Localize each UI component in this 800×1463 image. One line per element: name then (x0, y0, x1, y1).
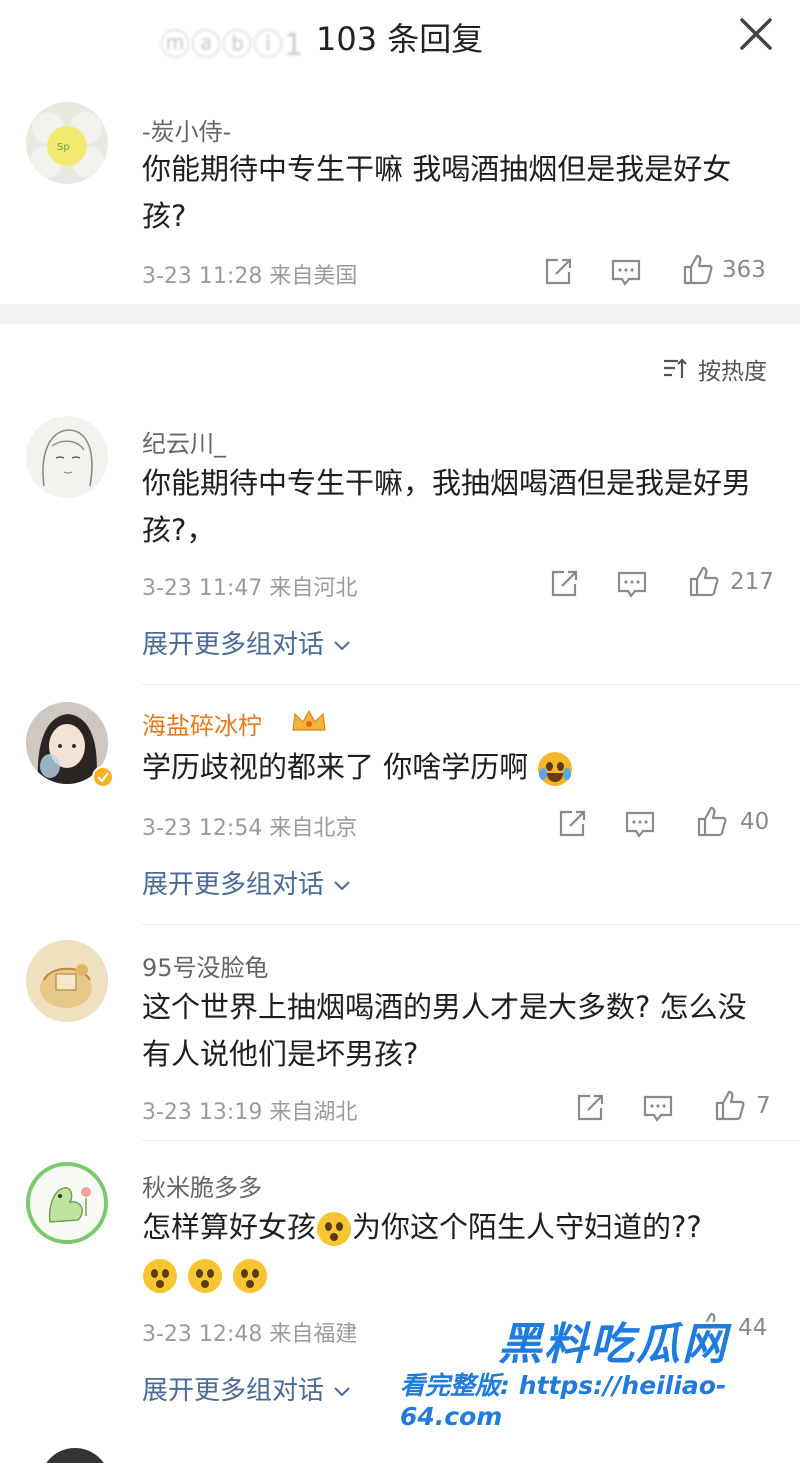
share-icon[interactable] (546, 566, 582, 602)
avatar[interactable] (26, 940, 108, 1022)
comment-icon[interactable] (614, 566, 650, 602)
section-divider (0, 304, 800, 324)
expand-conversation-link[interactable]: 展开更多组对话 (142, 864, 352, 901)
comment-icon[interactable] (608, 254, 644, 290)
reply-count-title: 103 条回复 (316, 20, 484, 58)
like-count: 363 (722, 257, 766, 283)
top-comment: Sp -炭小侍- 你能期待中专生干嘛 我喝酒抽烟但是我是好女孩? 3-23 11… (0, 80, 800, 304)
share-icon[interactable] (554, 806, 590, 842)
divider (142, 684, 800, 685)
like-count: 217 (730, 569, 774, 595)
avatar[interactable] (26, 416, 108, 498)
comment-time: 3-23 11:28 (142, 264, 263, 289)
reply-time: 3-23 12:48 (142, 1322, 263, 1347)
avatar[interactable] (40, 1448, 110, 1463)
close-icon[interactable] (736, 14, 776, 54)
reply-text-part-2: 为你这个陌生人守妇道的?? (352, 1210, 702, 1244)
surprised-emoji-icon (233, 1259, 268, 1293)
like-count: 7 (756, 1093, 771, 1119)
reply-text-part-1: 怎样算好女孩 (142, 1210, 317, 1244)
surprised-emoji-icon (188, 1259, 223, 1293)
comment-username[interactable]: -炭小侍- (142, 112, 231, 147)
reply-time: 3-23 12:54 (142, 816, 263, 841)
reply-meta: 3-23 12:48 来自福建 (142, 1316, 357, 1348)
expand-label: 展开更多组对话 (142, 1376, 325, 1406)
reply-meta: 3-23 11:47 来自河北 (142, 570, 357, 602)
reply-username[interactable]: 秋米脆多多 (142, 1168, 262, 1203)
reply-username[interactable]: 纪云川_ (142, 424, 226, 459)
chevron-down-icon (334, 641, 350, 651)
divider (142, 924, 800, 925)
blurred-author-name: ⓜⓐⓑⓘ1 (160, 28, 305, 63)
reply-username[interactable]: 95号没脸龟 (142, 948, 269, 983)
reply-text-body: 学历歧视的都来了 你啥学历啊 (142, 750, 529, 784)
reply-meta: 3-23 12:54 来自北京 (142, 810, 357, 842)
dialog-header: ⓜⓐⓑⓘ1 103 条回复 (0, 0, 800, 72)
like-count: 40 (740, 809, 770, 835)
surprised-emoji-icon (143, 1259, 177, 1293)
expand-conversation-link[interactable]: 展开更多组对话 (142, 624, 352, 661)
reply-location: 来自北京 (269, 816, 358, 841)
crying-emoji-icon (538, 752, 573, 786)
crown-badge-icon (292, 709, 326, 731)
like-icon[interactable] (712, 1088, 748, 1124)
comment-icon[interactable] (622, 806, 658, 842)
expand-label: 展开更多组对话 (142, 870, 325, 900)
reply-username[interactable]: 海盐碎冰柠 (142, 706, 262, 741)
comment-text: 你能期待中专生干嘛 我喝酒抽烟但是我是好女孩? (142, 152, 732, 233)
reply-time: 3-23 13:19 (142, 1100, 263, 1125)
reply-text: 学历歧视的都来了 你啥学历啊 (142, 744, 772, 791)
reply-location: 来自湖北 (269, 1100, 358, 1125)
reply-text: 怎样算好女孩 为你这个陌生人守妇道的?? (142, 1204, 772, 1298)
share-icon[interactable] (572, 1090, 608, 1126)
comment-location: 来自美国 (269, 264, 358, 289)
reply-location: 来自福建 (269, 1322, 358, 1347)
svg-text:Sp: Sp (57, 142, 70, 153)
sort-by-hot[interactable]: 按热度 (698, 352, 767, 386)
expand-label: 展开更多组对话 (142, 630, 325, 660)
share-icon[interactable] (540, 254, 576, 290)
divider (142, 1140, 800, 1141)
avatar[interactable] (26, 1162, 108, 1244)
like-icon[interactable] (686, 564, 722, 600)
reply-location: 来自河北 (269, 576, 358, 601)
like-count: 44 (738, 1315, 768, 1341)
like-icon[interactable] (680, 252, 716, 288)
expand-conversation-link[interactable]: 展开更多组对话 (142, 1370, 352, 1407)
reply-time: 3-23 11:47 (142, 576, 263, 601)
surprised-emoji-icon (317, 1212, 352, 1246)
reply-text: 你能期待中专生干嘛，我抽烟喝酒但是我是好男孩?， (142, 466, 752, 547)
watermark-brand: 黑料吃瓜网 (498, 1319, 728, 1370)
verified-badge-icon (92, 766, 114, 788)
sort-icon[interactable] (662, 356, 688, 382)
like-icon[interactable] (694, 804, 730, 840)
avatar[interactable]: Sp (26, 102, 108, 184)
reply-text: 这个世界上抽烟喝酒的男人才是大多数? 怎么没有人说他们是坏男孩? (142, 990, 747, 1071)
chevron-down-icon (334, 881, 350, 891)
chevron-down-icon (334, 1387, 350, 1397)
reply-meta: 3-23 13:19 来自湖北 (142, 1094, 357, 1126)
comment-icon[interactable] (640, 1090, 676, 1126)
comment-meta: 3-23 11:28 来自美国 (142, 258, 357, 290)
watermark-url: 看完整版: https://heiliao-64.com (400, 1371, 727, 1431)
